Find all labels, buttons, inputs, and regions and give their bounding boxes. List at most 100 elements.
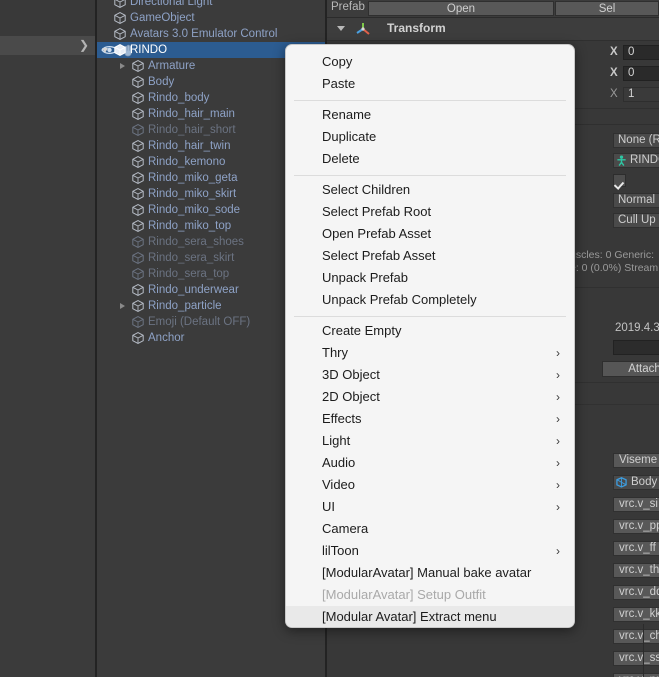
context-menu-item[interactable]: Light › <box>286 430 574 452</box>
descriptor-version-label: 2019.4.3 <box>615 322 659 334</box>
viseme-mode-field[interactable]: Viseme <box>613 453 659 468</box>
chevron-right-icon: › <box>556 500 560 514</box>
menu-separator <box>294 175 566 176</box>
context-menu-item-label: Rename <box>322 107 372 122</box>
context-menu-item[interactable]: Select Prefab Root <box>286 201 574 223</box>
context-menu-item[interactable]: Thry › <box>286 342 574 364</box>
hierarchy-item-label: Body <box>148 76 175 88</box>
hierarchy-row[interactable]: Directional Light <box>97 0 325 10</box>
context-menu-item-label: [ModularAvatar] Manual bake avatar <box>322 565 532 580</box>
prefab-bar: Prefab Open Sel <box>327 0 659 17</box>
chevron-right-icon: › <box>556 478 560 492</box>
chevron-right-icon: › <box>556 368 560 382</box>
viseme-blendshape-field[interactable]: vrc.v_nn <box>613 673 659 677</box>
context-menu-item[interactable]: Unpack Prefab Completely <box>286 289 574 311</box>
transform-row-2-value[interactable]: 1 <box>623 87 659 102</box>
hierarchy-row[interactable]: Avatars 3.0 Emulator Control <box>97 26 325 42</box>
hierarchy-item-label: Rindo_hair_short <box>148 124 236 136</box>
prefab-select-button[interactable]: Sel <box>555 1 659 16</box>
context-menu-item-label: Camera <box>322 521 369 536</box>
context-menu-item-label: Unpack Prefab <box>322 270 408 285</box>
context-menu-item-label: 3D Object <box>322 367 380 382</box>
hierarchy-item-label: Rindo_miko_top <box>148 220 232 232</box>
viseme-indent-guide <box>643 624 644 677</box>
hierarchy-item-label: Rindo_particle <box>148 300 222 312</box>
transform-row-0-value[interactable]: 0 <box>623 45 659 60</box>
animator-culling-mode-field[interactable]: Normal <box>613 193 659 208</box>
hierarchy-item-label: Emoji (Default OFF) <box>148 316 251 328</box>
chevron-down-icon[interactable] <box>102 48 108 53</box>
hierarchy-item-label: Rindo_underwear <box>148 284 239 296</box>
scene-left-gutter: ❯ <box>0 0 95 677</box>
chevron-right-icon: › <box>556 390 560 404</box>
gutter-selected-row[interactable]: ❯ <box>0 36 95 55</box>
chevron-right-icon: › <box>556 456 560 470</box>
context-menu-item[interactable]: UI › <box>286 496 574 518</box>
animator-apply-root-motion-checkbox[interactable] <box>613 174 626 187</box>
animator-stats-line-1: uscles: 0 Generic: <box>570 249 655 261</box>
animator-culling-mode-field-2[interactable]: Cull Up <box>613 213 659 228</box>
context-menu-item[interactable]: Duplicate <box>286 126 574 148</box>
animator-avatar-field[interactable]: None (R <box>613 133 659 148</box>
context-menu-item[interactable]: Effects › <box>286 408 574 430</box>
context-menu-item[interactable]: Delete <box>286 148 574 170</box>
context-menu-item-label: Thry <box>322 345 348 360</box>
hierarchy-item-label: Anchor <box>148 332 185 344</box>
context-menu-item[interactable]: Video › <box>286 474 574 496</box>
context-menu-item-label: Create Empty <box>322 323 402 338</box>
transform-title: Transform <box>387 21 446 35</box>
gameobject-cube-icon <box>132 332 144 349</box>
hierarchy-item-label: Armature <box>148 60 196 72</box>
divider <box>327 40 659 41</box>
descriptor-attach-button[interactable]: Attach <box>602 361 659 377</box>
context-menu-item[interactable]: lilToon › <box>286 540 574 562</box>
context-menu-item: [ModularAvatar] Setup Outfit <box>286 584 574 606</box>
context-menu-item[interactable]: Create Empty <box>286 320 574 342</box>
hierarchy-item-label: Rindo_sera_top <box>148 268 230 280</box>
context-menu-item[interactable]: Rename <box>286 104 574 126</box>
chevron-right-icon[interactable] <box>120 62 125 69</box>
context-menu-item[interactable]: Camera <box>286 518 574 540</box>
menu-separator <box>294 100 566 101</box>
context-menu-item-label: Copy <box>322 54 353 69</box>
viseme-blendshape-field[interactable]: vrc.v_ss <box>613 651 659 666</box>
viseme-blendshape-field[interactable]: vrc.v_ch <box>613 629 659 644</box>
context-menu-item[interactable]: 2D Object › <box>286 386 574 408</box>
hierarchy-context-menu[interactable]: Copy Paste Rename Duplicate Delete Select Chi… <box>285 44 575 628</box>
gutter-body <box>0 55 95 677</box>
context-menu-item-label: 2D Object <box>322 389 380 404</box>
menu-separator <box>294 316 566 317</box>
chevron-down-icon[interactable] <box>337 26 345 31</box>
prefab-open-button[interactable]: Open <box>368 1 554 16</box>
context-menu-item[interactable]: Paste <box>286 73 574 95</box>
hierarchy-item-label: Rindo_sera_skirt <box>148 252 235 264</box>
viseme-blendshape-field[interactable]: vrc.v_pp <box>613 519 659 534</box>
context-menu-item[interactable]: Select Prefab Asset <box>286 245 574 267</box>
viseme-blendshape-field[interactable]: vrc.v_dd <box>613 585 659 600</box>
chevron-right-icon: › <box>556 544 560 558</box>
descriptor-text-field[interactable] <box>613 340 659 355</box>
skinned-mesh-icon <box>616 477 627 488</box>
hierarchy-item-label: Rindo_kemono <box>148 156 226 168</box>
context-menu-item[interactable]: Unpack Prefab <box>286 267 574 289</box>
viseme-blendshape-field[interactable]: vrc.v_si <box>613 497 659 512</box>
chevron-right-icon[interactable] <box>120 302 125 309</box>
prefab-label: Prefab <box>331 1 365 13</box>
context-menu-item[interactable]: Select Children <box>286 179 574 201</box>
context-menu-item[interactable]: Audio › <box>286 452 574 474</box>
transform-row-1-value[interactable]: 0 <box>623 66 659 81</box>
viseme-blendshape-field[interactable]: vrc.v_ff <box>613 541 659 556</box>
hierarchy-item-label: Avatars 3.0 Emulator Control <box>130 28 278 40</box>
chevron-right-icon[interactable]: ❯ <box>79 39 89 52</box>
transform-component-header[interactable]: Transform <box>327 18 659 40</box>
chevron-right-icon: › <box>556 412 560 426</box>
hierarchy-item-label: Rindo_miko_geta <box>148 172 238 184</box>
viseme-blendshape-field[interactable]: vrc.v_th <box>613 563 659 578</box>
hierarchy-row[interactable]: GameObject <box>97 10 325 26</box>
context-menu-item[interactable]: Copy <box>286 51 574 73</box>
context-menu-item[interactable]: Open Prefab Asset <box>286 223 574 245</box>
context-menu-item[interactable]: 3D Object › <box>286 364 574 386</box>
viseme-blendshape-field[interactable]: vrc.v_kk <box>613 607 659 622</box>
context-menu-item[interactable]: [ModularAvatar] Manual bake avatar <box>286 562 574 584</box>
context-menu-item[interactable]: [Modular Avatar] Extract menu <box>286 606 574 627</box>
